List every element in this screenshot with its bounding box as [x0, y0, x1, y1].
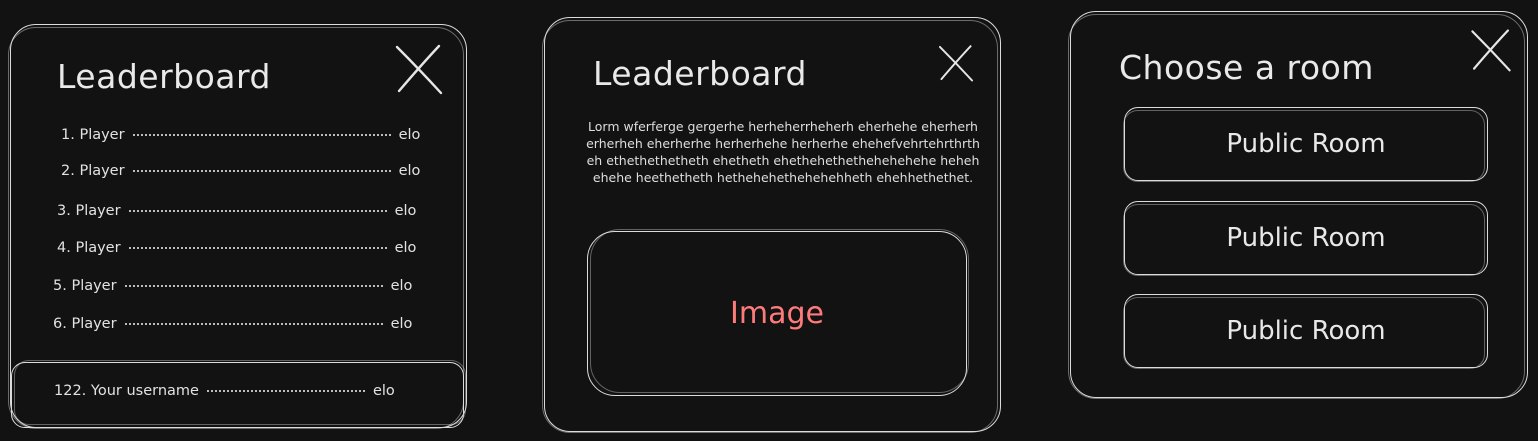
close-icon[interactable] [393, 43, 445, 95]
leaderboard-row: 6. Player elo [53, 316, 412, 332]
leaderboard-row: 5. Player elo [53, 278, 412, 294]
info-panel: Leaderboard Lorm wferferge gergerhe herh… [542, 17, 1001, 433]
player-name: 3. Player [57, 203, 121, 219]
dotted-leader [206, 390, 365, 392]
public-room-button[interactable]: Public Room [1123, 294, 1488, 369]
player-name: 1. Player [61, 127, 125, 143]
dotted-leader [132, 134, 391, 136]
dotted-leader [124, 285, 383, 287]
image-placeholder: Image [587, 229, 969, 396]
public-room-button[interactable]: Public Room [1123, 107, 1488, 182]
player-score: elo [398, 163, 421, 179]
player-score: elo [398, 127, 421, 143]
leaderboard-panel: Leaderboard 1. Player elo 2. Player elo … [8, 24, 467, 429]
player-name: 4. Player [57, 240, 121, 256]
leaderboard-row: 4. Player elo [57, 240, 416, 256]
player-name: 5. Player [53, 278, 117, 294]
leaderboard-row: 1. Player elo [61, 127, 420, 143]
info-title: Leaderboard [593, 54, 807, 93]
dotted-leader [128, 247, 387, 249]
leaderboard-row: 3. Player elo [57, 203, 416, 219]
image-label: Image [730, 296, 824, 331]
rooms-title: Choose a room [1119, 48, 1374, 87]
player-score: elo [394, 203, 417, 219]
current-user-row: 122. Your username elo [54, 383, 395, 399]
current-user-score: elo [372, 383, 395, 399]
player-score: elo [390, 278, 413, 294]
leaderboard-title: Leaderboard [57, 57, 271, 96]
dotted-leader [128, 210, 387, 212]
current-user-row-box: 122. Your username elo [11, 360, 466, 428]
close-icon[interactable] [1469, 28, 1513, 72]
current-user-name: 122. Your username [54, 383, 199, 399]
dotted-leader [132, 170, 391, 172]
dotted-leader [124, 323, 383, 325]
description-text: Lorm wferferge gergerhe herheherrheherh … [586, 119, 980, 185]
player-name: 2. Player [61, 163, 125, 179]
close-icon[interactable] [937, 44, 975, 82]
player-name: 6. Player [53, 316, 117, 332]
player-score: elo [390, 316, 413, 332]
rooms-panel: Choose a room Public Room Public Room Pu… [1068, 11, 1528, 399]
leaderboard-row: 2. Player elo [61, 163, 420, 179]
public-room-button[interactable]: Public Room [1123, 201, 1488, 276]
player-score: elo [394, 240, 417, 256]
